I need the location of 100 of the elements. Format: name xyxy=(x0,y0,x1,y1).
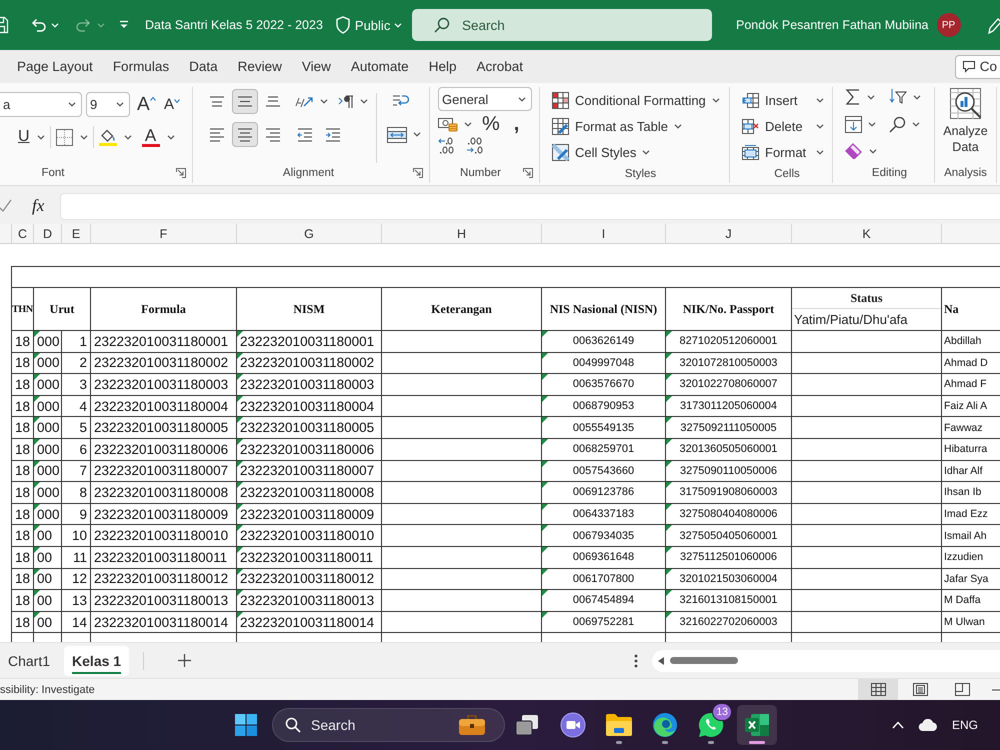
font-name-dropdown[interactable]: a xyxy=(0,92,82,117)
underline-button[interactable]: U xyxy=(18,128,45,146)
nisn-value: 0069123786 xyxy=(572,486,634,498)
column-letter[interactable]: C xyxy=(12,224,34,243)
nik-value: 3175091908060003 xyxy=(680,486,778,498)
add-sheet-icon[interactable] xyxy=(178,654,192,667)
font-color-button[interactable]: A xyxy=(142,127,175,147)
column-letter[interactable]: E xyxy=(62,224,91,243)
formula-field[interactable] xyxy=(60,192,1000,220)
sheet-tab[interactable]: Kelas 1 xyxy=(64,646,130,676)
column-letter[interactable]: I xyxy=(542,224,666,243)
search-field[interactable]: Search xyxy=(412,9,712,41)
more-options-icon[interactable] xyxy=(634,654,638,668)
code-value: 00 xyxy=(37,528,52,544)
delete-cells-icon xyxy=(742,118,759,134)
ribbon-tab[interactable]: Help xyxy=(428,50,456,83)
shield-icon xyxy=(334,16,351,34)
dialog-launcher-icon[interactable] xyxy=(523,168,533,178)
number-format-dropdown[interactable]: General xyxy=(438,87,532,111)
grow-font-button[interactable]: A xyxy=(137,94,157,116)
language-indicator[interactable]: ENG xyxy=(952,718,978,732)
ribbon-tab[interactable]: Page Layout xyxy=(17,50,93,83)
code-value: 000 xyxy=(37,355,60,370)
nik-value: 3201072810050003 xyxy=(680,356,778,369)
increase-decimal-button[interactable] xyxy=(438,136,456,156)
order-number: 13 xyxy=(72,592,87,608)
sigma-icon xyxy=(845,88,861,106)
cells-button[interactable]: Format xyxy=(742,139,824,165)
font-size-dropdown[interactable]: 9 xyxy=(86,92,130,117)
chat-app-button[interactable]: 13 xyxy=(691,705,731,745)
accounting-format-button[interactable] xyxy=(438,116,472,132)
horizontal-scrollbar[interactable] xyxy=(652,650,1000,672)
order-number: 9 xyxy=(79,506,87,522)
sheet-tab[interactable]: Chart1 xyxy=(0,646,58,676)
align-center-button[interactable] xyxy=(232,122,258,147)
nik-value: 3275050405060001 xyxy=(680,530,778,542)
comments-button[interactable]: Co xyxy=(954,54,1000,78)
code-value: 00 xyxy=(37,614,52,630)
ribbon-tab[interactable]: Formulas xyxy=(112,50,170,83)
order-number: 10 xyxy=(72,528,87,544)
column-letter[interactable]: H xyxy=(382,224,542,243)
ribbon-tab[interactable]: Review xyxy=(238,50,282,83)
group-label: Analysis xyxy=(943,167,988,179)
caret-icon xyxy=(518,96,526,102)
align-left-icon xyxy=(209,128,225,142)
column-header: NISM xyxy=(237,288,382,331)
cells-button[interactable]: Insert xyxy=(742,87,824,113)
column-letter[interactable]: K xyxy=(792,224,942,243)
percent-style-button[interactable]: % xyxy=(482,112,500,136)
customize-toolbar-button[interactable] xyxy=(119,20,129,30)
ribbon-tab[interactable]: Data xyxy=(189,50,218,83)
nisn-value: 0057543660 xyxy=(572,464,634,477)
column-letter[interactable]: F xyxy=(91,224,237,243)
student-name: Izzudien xyxy=(944,551,984,564)
column-letter[interactable]: G xyxy=(237,224,382,243)
styles-button[interactable]: Format as Table xyxy=(552,113,729,139)
insert-function-button[interactable]: fx xyxy=(32,196,60,216)
ribbon-tab[interactable]: Automate xyxy=(350,50,409,83)
conditional-format-icon xyxy=(552,92,569,108)
column-letter[interactable]: D xyxy=(34,224,62,243)
nik-value: 3201022708060007 xyxy=(680,378,778,390)
ribbon-tab[interactable]: View xyxy=(302,50,331,83)
cloud-icon[interactable] xyxy=(918,719,938,731)
nism-value: 232232010031180005 xyxy=(240,420,374,436)
ribbon-tab[interactable]: Acrobat xyxy=(476,50,523,83)
column-letter[interactable]: J xyxy=(666,224,792,243)
dialog-launcher-icon[interactable] xyxy=(176,168,186,178)
year-value: 18 xyxy=(14,420,30,436)
caret-icon xyxy=(51,22,59,28)
year-value: 18 xyxy=(14,614,30,630)
order-number: 11 xyxy=(72,550,87,565)
avatar[interactable]: PP xyxy=(936,13,960,37)
nik-value: 3201360505060001 xyxy=(680,443,778,456)
group-label: Editing xyxy=(870,167,908,179)
view-button[interactable] xyxy=(858,678,898,700)
spreadsheet-app-button[interactable] xyxy=(737,705,777,745)
student-name: Ahmad F xyxy=(944,378,987,390)
decrease-decimal-button[interactable] xyxy=(466,136,484,156)
search-icon xyxy=(889,116,906,132)
comma-style-button[interactable]: , xyxy=(514,112,520,136)
chevron-down-icon xyxy=(174,99,180,103)
align-middle-button[interactable] xyxy=(232,89,258,114)
styles-button[interactable]: Conditional Formatting xyxy=(552,87,729,113)
styles-button[interactable]: Cell Styles xyxy=(552,139,729,165)
chevron-up-icon[interactable] xyxy=(892,721,904,729)
year-value: 18 xyxy=(14,550,30,565)
analyze-data-button[interactable]: Analyze Data xyxy=(935,87,996,155)
scrollbar-thumb[interactable] xyxy=(670,657,738,664)
fill-color-button[interactable] xyxy=(98,128,132,146)
cells-button[interactable]: Delete xyxy=(742,113,824,139)
caret-icon xyxy=(413,132,421,137)
borders-button[interactable] xyxy=(56,128,88,146)
dialog-launcher-icon[interactable] xyxy=(413,168,423,178)
scroll-left-icon[interactable] xyxy=(658,656,664,664)
sensitivity-button[interactable]: Public xyxy=(334,16,402,34)
check-icon[interactable] xyxy=(0,199,12,213)
taskbar-search-field[interactable]: Search xyxy=(272,708,505,742)
formula-value: 232232010031180009 xyxy=(94,506,228,522)
shrink-font-button[interactable]: A xyxy=(164,96,184,113)
save-icon[interactable] xyxy=(0,16,9,34)
